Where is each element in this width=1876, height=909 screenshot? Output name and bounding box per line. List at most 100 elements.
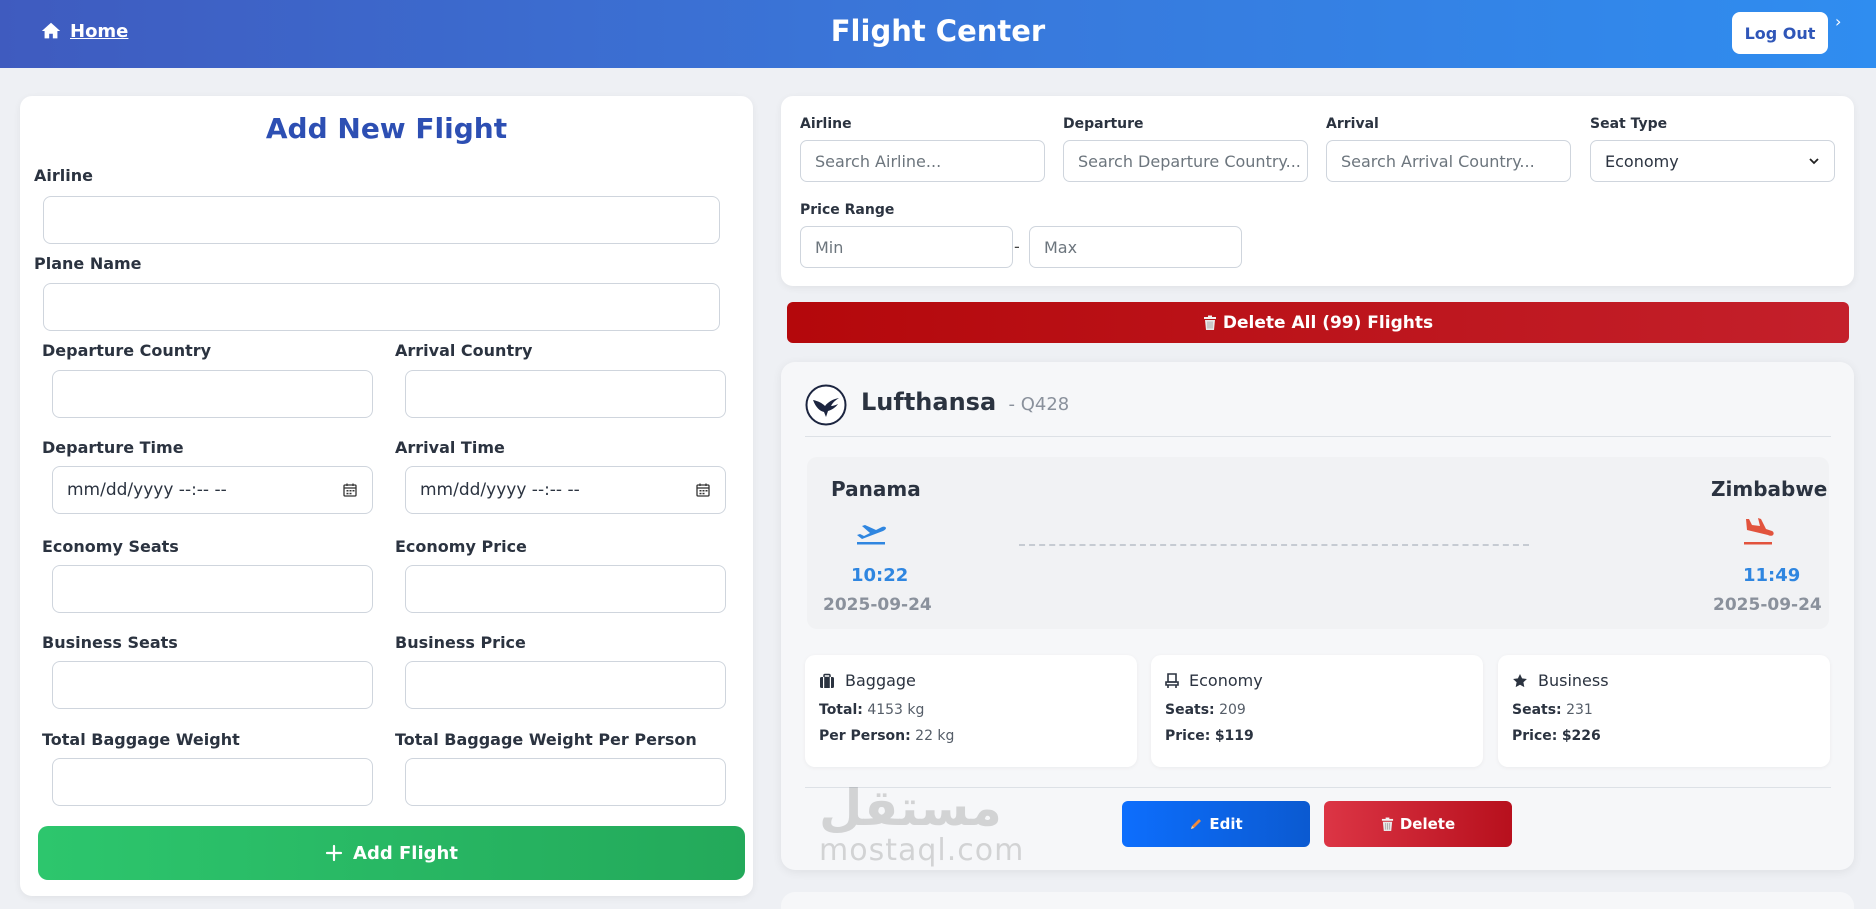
baggage-total-label: Total: — [819, 702, 863, 718]
economy-price-input[interactable] — [405, 565, 726, 613]
home-icon — [41, 22, 61, 39]
next-flight-card — [781, 892, 1854, 909]
form-title: Add New Flight — [265, 112, 508, 145]
economy-seats-input[interactable] — [52, 565, 373, 613]
departure-time-input[interactable]: mm/dd/yyyy --:-- -- — [52, 466, 373, 514]
filter-arrival-label: Arrival — [1326, 116, 1379, 132]
economy-price-value: $119 — [1214, 728, 1254, 744]
baggage-per-person-value: 22 kg — [915, 728, 955, 744]
economy-seats-label: Economy Seats — [42, 537, 179, 556]
arrival-time-label: Arrival Time — [395, 438, 505, 457]
flight-code: - Q428 — [1008, 394, 1070, 415]
plane-departure-icon — [857, 525, 886, 545]
arrival-country-label: Arrival Country — [395, 341, 533, 360]
economy-seats-value: 209 — [1219, 702, 1246, 718]
filter-departure-label: Departure — [1063, 116, 1144, 132]
mostaql-watermark: مستقل mostaql.com — [819, 780, 1059, 870]
delete-label: Delete — [1399, 815, 1456, 833]
baggage-per-person-input[interactable] — [405, 758, 726, 806]
baggage-per-person-label: Per Person: — [819, 728, 911, 744]
arrival-time-placeholder: mm/dd/yyyy --:-- -- — [420, 480, 580, 500]
economy-seats: Seats: 209 — [1165, 702, 1246, 718]
business-seats: Seats: 231 — [1512, 702, 1593, 718]
business-seats-label-text: Seats: — [1512, 702, 1562, 718]
baggage-weight-input[interactable] — [52, 758, 373, 806]
filter-departure-input[interactable]: Search Departure Country... — [1063, 140, 1308, 182]
add-flight-panel: Add New Flight Airline Plane Name Depart… — [20, 96, 753, 896]
filter-arrival-placeholder: Search Arrival Country... — [1341, 151, 1535, 171]
card-divider — [805, 787, 1831, 788]
business-card: Business Seats: 231 Price: $226 — [1498, 655, 1830, 767]
arrival-country-input[interactable] — [405, 370, 726, 418]
business-price-value: $226 — [1561, 728, 1601, 744]
range-separator: - — [1014, 237, 1020, 256]
seat-icon — [1165, 672, 1179, 688]
max-price-placeholder: Max — [1044, 237, 1078, 257]
trash-icon — [1381, 817, 1393, 831]
baggage-title-text: Baggage — [845, 671, 916, 690]
plane-name-input[interactable] — [43, 283, 720, 331]
delete-flight-button[interactable]: Delete — [1324, 801, 1512, 847]
seat-type-label: Seat Type — [1590, 116, 1668, 132]
baggage-weight-label: Total Baggage Weight — [42, 730, 240, 749]
min-price-placeholder: Min — [815, 237, 844, 257]
plane-name-label: Plane Name — [34, 254, 142, 273]
departure-time: 10:22 — [851, 565, 909, 586]
seat-type-value: Economy — [1605, 151, 1679, 171]
home-link[interactable]: Home — [40, 20, 128, 42]
home-label: Home — [70, 20, 129, 42]
airline-input[interactable] — [43, 196, 720, 244]
business-price-label-text: Price: — [1512, 728, 1558, 744]
min-price-input[interactable]: Min — [800, 226, 1013, 268]
business-price-label: Business Price — [395, 633, 526, 652]
price-range-label: Price Range — [800, 202, 895, 218]
economy-seats-label-text: Seats: — [1165, 702, 1215, 718]
seat-type-select[interactable]: Economy — [1590, 140, 1835, 182]
departure-date: 2025-09-24 — [823, 595, 932, 615]
economy-title: Economy — [1165, 671, 1263, 690]
economy-title-text: Economy — [1189, 671, 1263, 690]
baggage-total: Total: 4153 kg — [819, 702, 924, 718]
route-box: Panama 10:22 2025-09-24 Zimbabwe 11:49 2… — [807, 457, 1829, 629]
logout-button[interactable]: Log Out — [1732, 12, 1828, 54]
delete-all-button[interactable]: Delete All (99) Flights — [787, 302, 1849, 343]
baggage-per-person-label: Total Baggage Weight Per Person — [395, 730, 697, 749]
departure-country-input[interactable] — [52, 370, 373, 418]
calendar-icon[interactable] — [342, 482, 358, 498]
economy-price: Price: $119 — [1165, 728, 1254, 744]
baggage-total-value: 4153 kg — [867, 702, 925, 718]
edit-flight-button[interactable]: Edit — [1122, 801, 1310, 847]
arrival-time-input[interactable]: mm/dd/yyyy --:-- -- — [405, 466, 726, 514]
departure-city: Panama — [831, 477, 921, 501]
baggage-title: Baggage — [819, 671, 916, 690]
filter-departure-placeholder: Search Departure Country... — [1078, 151, 1301, 171]
baggage-per-person: Per Person: 22 kg — [819, 728, 954, 744]
calendar-icon[interactable] — [695, 482, 711, 498]
filter-panel: Airline Search Airline... Departure Sear… — [781, 96, 1854, 286]
plus-icon — [325, 844, 343, 862]
filter-arrival-input[interactable]: Search Arrival Country... — [1326, 140, 1571, 182]
baggage-card: Baggage Total: 4153 kg Per Person: 22 kg — [805, 655, 1137, 767]
suitcase-icon — [820, 673, 834, 688]
top-navbar: Home Flight Center Log Out › — [0, 0, 1876, 68]
airline-name-text: Lufthansa — [861, 388, 997, 416]
max-price-input[interactable]: Max — [1029, 226, 1242, 268]
departure-time-placeholder: mm/dd/yyyy --:-- -- — [67, 480, 227, 500]
airline-name: Lufthansa - Q428 — [861, 388, 1069, 416]
chevron-down-icon — [1809, 158, 1819, 165]
business-seats-label: Business Seats — [42, 633, 178, 652]
chevron-right-icon[interactable]: › — [1835, 12, 1841, 31]
filter-airline-placeholder: Search Airline... — [815, 151, 942, 171]
economy-price-label-text: Price: — [1165, 728, 1211, 744]
filter-airline-input[interactable]: Search Airline... — [800, 140, 1045, 182]
flight-card: Lufthansa - Q428 Panama 10:22 2025-09-24… — [781, 362, 1854, 870]
business-seats-input[interactable] — [52, 661, 373, 709]
lufthansa-logo-icon — [805, 384, 847, 426]
edit-label: Edit — [1209, 815, 1243, 833]
departure-country-label: Departure Country — [42, 341, 212, 360]
route-line — [1019, 544, 1529, 546]
arrival-date: 2025-09-24 — [1713, 595, 1822, 615]
business-price-input[interactable] — [405, 661, 726, 709]
add-flight-button[interactable]: Add Flight — [38, 826, 745, 880]
app-title: Flight Center — [830, 14, 1046, 48]
